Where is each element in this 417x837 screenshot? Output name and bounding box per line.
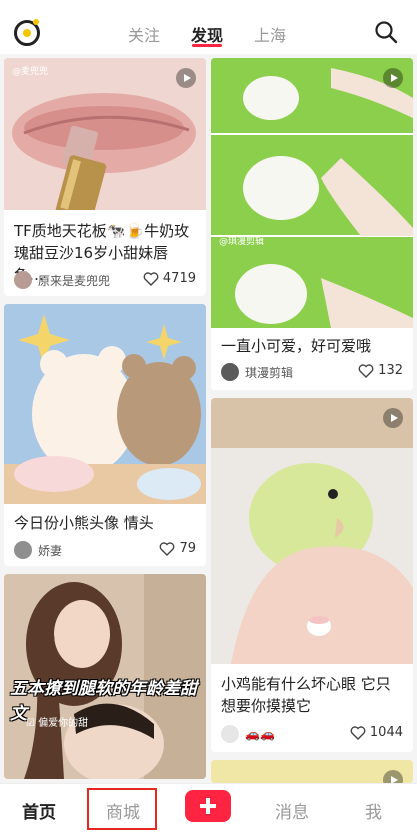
heart-icon [358,363,374,378]
bottom-nav: 首页 商城 消息 我 [0,783,417,837]
author-name: 琪漫剪辑 [245,365,294,380]
video-play-icon [176,68,196,88]
like-button[interactable]: 1044 [350,725,403,740]
active-tab-indicator [192,44,222,47]
nav-me[interactable]: 我 [365,798,382,823]
like-button[interactable]: 4719 [143,271,196,286]
like-count: 132 [378,363,403,378]
feed-card-cartoon[interactable]: @琪漫剪辑 一直小可爱，好可爱哦 琪漫剪辑 132 [211,58,413,390]
nav-mall[interactable]: 商城 [106,798,140,823]
nav-messages[interactable]: 消息 [275,798,309,823]
card-author[interactable]: 娇妻 [14,541,62,559]
avatar [221,363,239,381]
heart-icon [160,541,175,556]
card-author[interactable]: 琪漫剪辑 [221,363,293,381]
card-author[interactable]: 原来是麦兜兜 [14,271,110,289]
like-count: 1044 [369,725,403,740]
card-image [4,304,206,504]
author-name: 🚗🚗 [245,727,275,741]
avatar [14,271,32,289]
avatar [221,725,239,743]
image-watermark: @琪漫剪辑 [219,237,265,247]
tab-local-city[interactable]: 上海 [254,22,286,46]
app-logo-icon[interactable] [14,19,40,46]
card-tag: ☑ 偏爱你的甜 [26,718,89,729]
like-button[interactable]: 79 [159,541,196,556]
card-author[interactable]: 🚗🚗 [221,725,275,743]
card-image [211,398,413,664]
feed-card-partial[interactable] [211,760,413,783]
card-title: 一直小可爱，好可爱哦 [221,337,372,355]
tab-discover[interactable]: 发现 [191,22,223,46]
card-title: 今日份小熊头像 情头 [14,514,154,532]
heart-icon [350,725,366,740]
like-count: 4719 [162,271,196,286]
card-image: @琪漫剪辑 [211,58,413,328]
author-name: 娇妻 [38,543,63,558]
feed-card-lipstick[interactable]: @麦兜兜 TF质地天花板🐄🍺牛奶玫瑰甜豆沙16岁小甜妹唇色… 原来是麦兜兜 47… [4,58,206,296]
author-name: 原来是麦兜兜 [38,273,111,288]
like-count: 79 [179,541,196,556]
like-button[interactable]: 132 [358,363,403,378]
tab-following[interactable]: 关注 [128,22,160,46]
video-play-icon [383,770,403,783]
feed-card-novel[interactable]: 五本撩到腿软的年龄差甜文 ☑ 偏爱你的甜 [4,574,206,779]
image-watermark: @麦兜兜 [12,67,49,77]
search-icon[interactable] [374,20,398,44]
card-title: 小鸡能有什么坏心眼 它只想要你摸摸它 [221,675,391,715]
feed-card-bears[interactable]: 今日份小熊头像 情头 娇妻 79 [4,304,206,566]
video-play-icon [383,408,403,428]
top-bar: 关注 发现 上海 [0,0,417,54]
heart-icon [143,271,159,286]
avatar [14,541,32,559]
video-play-icon [383,68,403,88]
feed-card-chick[interactable]: 小鸡能有什么坏心眼 它只想要你摸摸它 🚗🚗 1044 [211,398,413,752]
nav-home[interactable]: 首页 [22,798,56,823]
publish-plus-button[interactable] [185,790,231,822]
